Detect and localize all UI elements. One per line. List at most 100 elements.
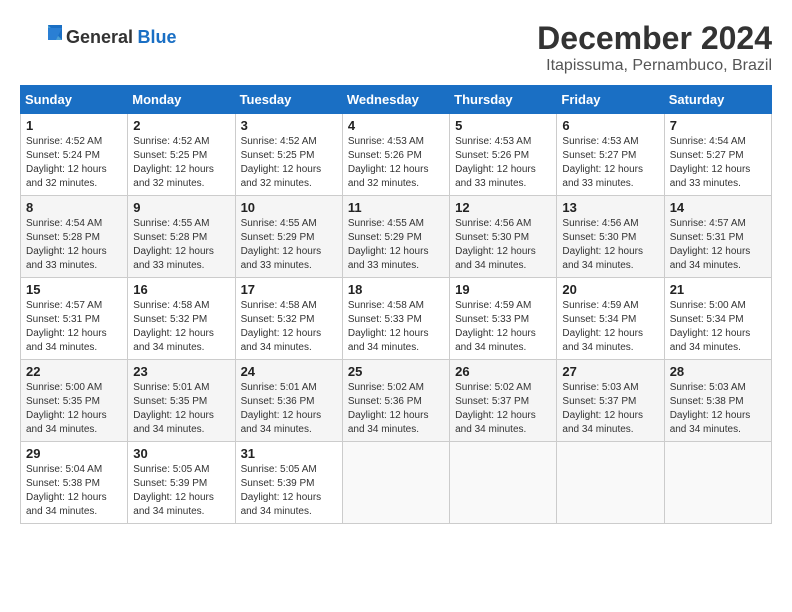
day-number: 14 xyxy=(670,200,766,215)
day-cell: 2Sunrise: 4:52 AMSunset: 5:25 PMDaylight… xyxy=(128,114,235,196)
day-info: Sunrise: 4:58 AMSunset: 5:32 PMDaylight:… xyxy=(241,299,337,355)
day-cell: 8 Sunrise: 4:54 AMSunset: 5:28 PMDaylight… xyxy=(21,196,128,278)
day-cell xyxy=(342,442,449,524)
day-info: Sunrise: 4:53 AMSunset: 5:26 PMDaylight:… xyxy=(455,135,551,191)
day-number: 10 xyxy=(241,200,337,215)
day-number: 26 xyxy=(455,364,551,379)
day-number: 9 xyxy=(133,200,229,215)
day-info: Sunrise: 5:04 AMSunset: 5:38 PMDaylight:… xyxy=(26,463,122,519)
day-cell: 17 Sunrise: 4:58 AMSunset: 5:32 PMDayligh… xyxy=(235,278,342,360)
day-info: Sunrise: 5:02 AMSunset: 5:36 PMDaylight:… xyxy=(348,381,444,437)
day-number: 7 xyxy=(670,118,766,133)
day-number: 27 xyxy=(562,364,658,379)
day-info: Sunrise: 4:54 AMSunset: 5:28 PMDaylight:… xyxy=(26,217,122,273)
header-row: Sunday Monday Tuesday Wednesday Thursday… xyxy=(21,86,772,114)
day-info: Sunrise: 4:55 AMSunset: 5:29 PMDaylight:… xyxy=(241,217,337,273)
day-info: Sunrise: 4:55 AMSunset: 5:29 PMDaylight:… xyxy=(348,217,444,273)
title-area: December 2024 Itapissuma, Pernambuco, Br… xyxy=(537,20,772,75)
day-info: Sunrise: 5:00 AMSunset: 5:35 PMDaylight:… xyxy=(26,381,122,437)
day-number: 25 xyxy=(348,364,444,379)
day-number: 21 xyxy=(670,282,766,297)
day-number: 19 xyxy=(455,282,551,297)
day-cell: 20Sunrise: 4:59 AMSunset: 5:34 PMDayligh… xyxy=(557,278,664,360)
col-wednesday: Wednesday xyxy=(342,86,449,114)
day-cell: 18 Sunrise: 4:58 AMSunset: 5:33 PMDayligh… xyxy=(342,278,449,360)
day-number: 3 xyxy=(241,118,337,133)
day-number: 2 xyxy=(133,118,229,133)
day-cell: 19 Sunrise: 4:59 AMSunset: 5:33 PMDayligh… xyxy=(450,278,557,360)
week-row-5: 29Sunrise: 5:04 AMSunset: 5:38 PMDayligh… xyxy=(21,442,772,524)
location: Itapissuma, Pernambuco, Brazil xyxy=(537,57,772,75)
day-cell: 21 Sunrise: 5:00 AMSunset: 5:34 PMDayligh… xyxy=(664,278,771,360)
week-row-2: 8 Sunrise: 4:54 AMSunset: 5:28 PMDaylight… xyxy=(21,196,772,278)
day-cell: 9 Sunrise: 4:55 AMSunset: 5:28 PMDaylight… xyxy=(128,196,235,278)
logo-icon xyxy=(20,20,62,55)
day-number: 8 xyxy=(26,200,122,215)
header: General Blue December 2024 Itapissuma, P… xyxy=(20,20,772,75)
day-info: Sunrise: 4:53 AMSunset: 5:27 PMDaylight:… xyxy=(562,135,658,191)
day-cell: 28 Sunrise: 5:03 AMSunset: 5:38 PMDayligh… xyxy=(664,360,771,442)
day-cell: 4 Sunrise: 4:53 AMSunset: 5:26 PMDaylight… xyxy=(342,114,449,196)
day-info: Sunrise: 4:56 AMSunset: 5:30 PMDaylight:… xyxy=(562,217,658,273)
calendar-table: Sunday Monday Tuesday Wednesday Thursday… xyxy=(20,85,772,524)
week-row-3: 15Sunrise: 4:57 AMSunset: 5:31 PMDayligh… xyxy=(21,278,772,360)
day-number: 23 xyxy=(133,364,229,379)
col-friday: Friday xyxy=(557,86,664,114)
day-cell: 30 Sunrise: 5:05 AMSunset: 5:39 PMDayligh… xyxy=(128,442,235,524)
day-cell: 23 Sunrise: 5:01 AMSunset: 5:35 PMDayligh… xyxy=(128,360,235,442)
col-tuesday: Tuesday xyxy=(235,86,342,114)
day-number: 1 xyxy=(26,118,122,133)
day-info: Sunrise: 4:58 AMSunset: 5:32 PMDaylight:… xyxy=(133,299,229,355)
day-number: 4 xyxy=(348,118,444,133)
day-cell: 24Sunrise: 5:01 AMSunset: 5:36 PMDayligh… xyxy=(235,360,342,442)
day-cell: 3 Sunrise: 4:52 AMSunset: 5:25 PMDaylight… xyxy=(235,114,342,196)
day-info: Sunrise: 5:05 AMSunset: 5:39 PMDaylight:… xyxy=(133,463,229,519)
day-number: 18 xyxy=(348,282,444,297)
day-info: Sunrise: 4:52 AMSunset: 5:25 PMDaylight:… xyxy=(241,135,337,191)
day-cell: 29Sunrise: 5:04 AMSunset: 5:38 PMDayligh… xyxy=(21,442,128,524)
day-cell: 14 Sunrise: 4:57 AMSunset: 5:31 PMDayligh… xyxy=(664,196,771,278)
day-info: Sunrise: 4:59 AMSunset: 5:33 PMDaylight:… xyxy=(455,299,551,355)
day-cell: 16Sunrise: 4:58 AMSunset: 5:32 PMDayligh… xyxy=(128,278,235,360)
day-cell: 22 Sunrise: 5:00 AMSunset: 5:35 PMDayligh… xyxy=(21,360,128,442)
day-cell: 7 Sunrise: 4:54 AMSunset: 5:27 PMDaylight… xyxy=(664,114,771,196)
day-info: Sunrise: 4:58 AMSunset: 5:33 PMDaylight:… xyxy=(348,299,444,355)
day-info: Sunrise: 5:05 AMSunset: 5:39 PMDaylight:… xyxy=(241,463,337,519)
day-info: Sunrise: 4:57 AMSunset: 5:31 PMDaylight:… xyxy=(670,217,766,273)
day-number: 31 xyxy=(241,446,337,461)
col-monday: Monday xyxy=(128,86,235,114)
day-number: 28 xyxy=(670,364,766,379)
day-number: 22 xyxy=(26,364,122,379)
day-cell: 27 Sunrise: 5:03 AMSunset: 5:37 PMDayligh… xyxy=(557,360,664,442)
day-cell: 12Sunrise: 4:56 AMSunset: 5:30 PMDayligh… xyxy=(450,196,557,278)
day-cell xyxy=(664,442,771,524)
day-number: 20 xyxy=(562,282,658,297)
day-info: Sunrise: 5:02 AMSunset: 5:37 PMDaylight:… xyxy=(455,381,551,437)
day-info: Sunrise: 5:01 AMSunset: 5:35 PMDaylight:… xyxy=(133,381,229,437)
day-cell: 6Sunrise: 4:53 AMSunset: 5:27 PMDaylight… xyxy=(557,114,664,196)
day-cell xyxy=(450,442,557,524)
day-info: Sunrise: 5:03 AMSunset: 5:38 PMDaylight:… xyxy=(670,381,766,437)
col-sunday: Sunday xyxy=(21,86,128,114)
day-number: 30 xyxy=(133,446,229,461)
day-cell: 13 Sunrise: 4:56 AMSunset: 5:30 PMDayligh… xyxy=(557,196,664,278)
day-cell: 26 Sunrise: 5:02 AMSunset: 5:37 PMDayligh… xyxy=(450,360,557,442)
logo: General Blue xyxy=(20,20,177,55)
day-info: Sunrise: 4:52 AMSunset: 5:24 PMDaylight:… xyxy=(26,135,122,191)
col-saturday: Saturday xyxy=(664,86,771,114)
day-number: 24 xyxy=(241,364,337,379)
day-info: Sunrise: 4:55 AMSunset: 5:28 PMDaylight:… xyxy=(133,217,229,273)
day-cell: 10 Sunrise: 4:55 AMSunset: 5:29 PMDayligh… xyxy=(235,196,342,278)
day-info: Sunrise: 5:00 AMSunset: 5:34 PMDaylight:… xyxy=(670,299,766,355)
day-info: Sunrise: 5:03 AMSunset: 5:37 PMDaylight:… xyxy=(562,381,658,437)
day-number: 13 xyxy=(562,200,658,215)
day-info: Sunrise: 4:53 AMSunset: 5:26 PMDaylight:… xyxy=(348,135,444,191)
day-cell: 15Sunrise: 4:57 AMSunset: 5:31 PMDayligh… xyxy=(21,278,128,360)
col-thursday: Thursday xyxy=(450,86,557,114)
day-cell: 11 Sunrise: 4:55 AMSunset: 5:29 PMDayligh… xyxy=(342,196,449,278)
day-number: 11 xyxy=(348,200,444,215)
day-number: 17 xyxy=(241,282,337,297)
week-row-1: 1 Sunrise: 4:52 AMSunset: 5:24 PMDaylight… xyxy=(21,114,772,196)
month-title: December 2024 xyxy=(537,20,772,57)
day-info: Sunrise: 4:54 AMSunset: 5:27 PMDaylight:… xyxy=(670,135,766,191)
